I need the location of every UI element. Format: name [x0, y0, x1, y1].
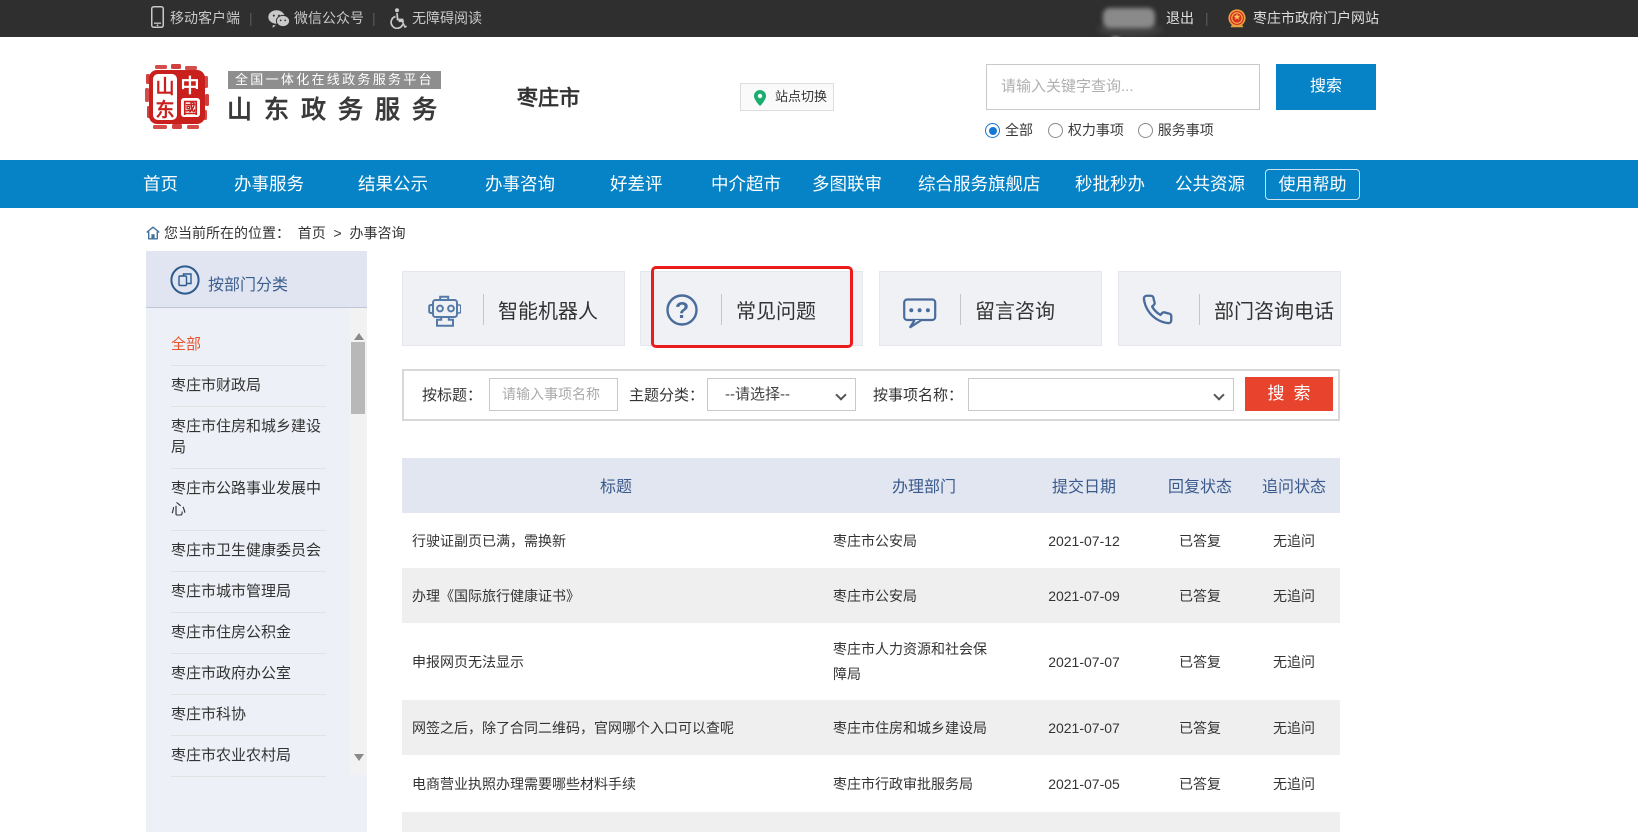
svg-text:东: 东: [155, 98, 174, 121]
svg-text:中: 中: [180, 74, 199, 97]
svg-text:國: 國: [183, 100, 198, 117]
svg-text:山: 山: [155, 76, 174, 98]
